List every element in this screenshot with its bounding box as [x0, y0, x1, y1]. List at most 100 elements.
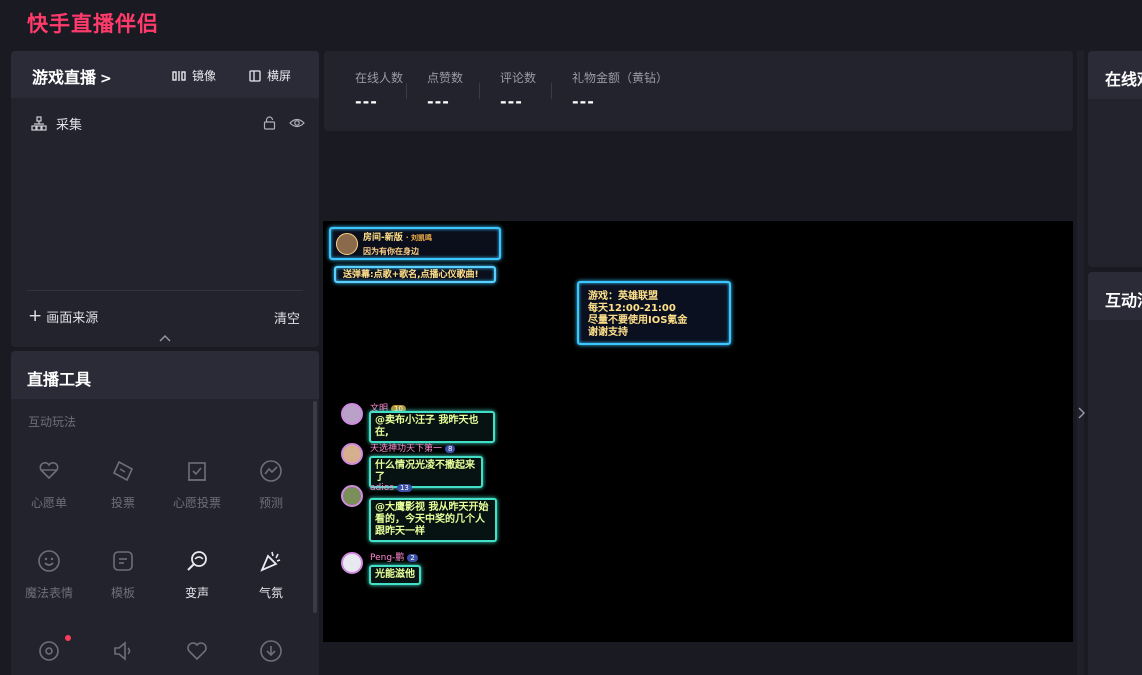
add-source-button[interactable]: + 画面来源: [28, 306, 98, 327]
tool-fans[interactable]: [160, 637, 234, 665]
chat-username-text: 天选神功天下第一: [370, 444, 443, 454]
tool-label: 变声: [184, 586, 209, 600]
panel-title: 在线观众: [1088, 51, 1142, 99]
scrollbar[interactable]: [313, 401, 317, 613]
tool-voice-change[interactable]: 变声: [160, 547, 234, 601]
ballot-icon: [188, 462, 206, 481]
stat-label: 在线人数: [355, 71, 404, 85]
clear-button[interactable]: 清空: [274, 308, 300, 327]
stat-label: 礼物金额（黄钻）: [572, 71, 669, 85]
download-icon: [260, 640, 282, 662]
stat-label: 点赞数: [427, 71, 464, 85]
scene-selector[interactable]: 游戏直播 >: [32, 64, 112, 88]
party-icon: [260, 551, 281, 572]
mirror-label: 镜像: [192, 69, 217, 83]
panel-splitter[interactable]: [1077, 51, 1084, 675]
app-title: 快手直播伴侣: [27, 12, 159, 36]
stat-value: ---: [572, 92, 595, 111]
avatar: [341, 443, 363, 465]
notice-line: 谢谢支持: [588, 327, 628, 338]
tool-sound[interactable]: [86, 637, 160, 665]
eye-icon[interactable]: [289, 117, 305, 129]
scene-panel: 游戏直播 > 镜像 横屏 采集 + 画面来源 清空: [11, 51, 319, 347]
avatar: [341, 485, 363, 507]
room-name: 房间-新版: [363, 233, 403, 243]
tool-download[interactable]: [234, 637, 308, 665]
stat-comments: 评论数 ---: [500, 69, 536, 111]
tool-vote[interactable]: 投票: [86, 457, 160, 511]
level-badge: 8: [445, 444, 456, 453]
tools-panel: 直播工具 互动玩法 心愿单 投票 心愿投票 预测 魔法表情 模板 变声 气氛: [11, 351, 319, 675]
stat-value: ---: [427, 92, 450, 111]
tool-label: 投票: [110, 496, 135, 510]
landscape-button[interactable]: 横屏: [249, 67, 291, 84]
online-audience-panel: 在线观众: [1088, 51, 1142, 267]
avatar: [341, 552, 363, 574]
smile-icon: [38, 550, 60, 572]
interaction-panel: 互动消息: [1088, 272, 1142, 675]
stream-preview[interactable]: 房间-新版 · 刘凯鸣 因为有你在身边 送弹幕:点歌+歌名,点播心仪歌曲! 游戏…: [323, 221, 1073, 642]
source-item[interactable]: 采集: [31, 113, 305, 133]
divider: [27, 290, 303, 291]
notification-dot: [65, 635, 71, 641]
scene-panel-header: 游戏直播 > 镜像 横屏: [11, 51, 319, 98]
notice-line: 每天12:00-21:00: [588, 303, 676, 314]
plus-icon: +: [28, 306, 43, 326]
room-tag: · 刘凯鸣: [405, 234, 432, 242]
tool-wishlist[interactable]: 心愿单: [12, 457, 86, 511]
tool-label: 模板: [110, 586, 135, 600]
unlock-icon[interactable]: [263, 116, 276, 130]
template-icon: [113, 551, 133, 571]
tool-label: 魔法表情: [24, 586, 73, 600]
tool-record[interactable]: [12, 637, 86, 665]
speaker-icon: [114, 641, 131, 661]
chat-text: 光能滋他: [369, 565, 421, 585]
stat-label: 评论数: [500, 71, 537, 85]
banner-text: 送弹幕:点歌+歌名,点播心仪歌曲!: [343, 270, 479, 280]
stats-panel: 在线人数 --- 点赞数 --- 评论数 --- 礼物金额（黄钻） ---: [324, 51, 1073, 131]
chat-text: @卖布小汪子 我昨天也在,: [369, 411, 495, 443]
tool-atmosphere[interactable]: 气氛: [234, 547, 308, 601]
chat-username: Peng-鹏 2: [370, 550, 418, 563]
heart-icon: [187, 642, 207, 661]
divider: [479, 83, 480, 99]
stat-gifts: 礼物金额（黄钻） ---: [572, 69, 668, 111]
room-card: 房间-新版 · 刘凯鸣 因为有你在身边: [329, 227, 501, 260]
chat-username: adios 13: [370, 483, 412, 493]
tool-magic-emoji[interactable]: 魔法表情: [12, 547, 86, 601]
chat-username: 天选神功天下第一 8: [370, 441, 456, 454]
trend-icon: [260, 460, 282, 482]
level-badge: 2: [407, 553, 418, 562]
target-icon: [39, 641, 59, 661]
section-label: 互动玩法: [28, 415, 77, 429]
landscape-label: 横屏: [267, 69, 292, 83]
scene-title: 游戏直播: [32, 68, 97, 87]
heart-gift-icon: [39, 461, 59, 480]
stat-value: ---: [500, 92, 523, 111]
voice-change-icon: [187, 551, 207, 571]
tool-wish-vote[interactable]: 心愿投票: [160, 457, 234, 511]
tool-label: 气氛: [258, 586, 283, 600]
room-subtitle: 因为有你在身边: [363, 247, 419, 256]
stat-likes: 点赞数 ---: [427, 69, 463, 111]
tools-panel-title: 直播工具: [27, 370, 92, 389]
chat-username-text: adios: [370, 483, 394, 493]
avatar: [341, 403, 363, 425]
chevron-up-icon[interactable]: [159, 334, 171, 342]
chevron-right-icon[interactable]: [1076, 406, 1086, 420]
divider: [406, 83, 407, 99]
ticket-icon: [112, 460, 134, 482]
hierarchy-icon: [31, 115, 47, 131]
source-name: 采集: [56, 117, 83, 133]
stat-online: 在线人数 ---: [355, 69, 403, 111]
preview-footer: [323, 642, 1073, 675]
tool-template[interactable]: 模板: [86, 547, 160, 601]
mirror-button[interactable]: 镜像: [172, 67, 216, 84]
avatar: [336, 233, 358, 255]
tool-label: 心愿投票: [172, 496, 221, 510]
notice-line: 尽量不要使用IOS氪金: [588, 315, 688, 326]
tool-label: 预测: [258, 496, 283, 510]
notice-board: 游戏：英雄联盟 每天12:00-21:00 尽量不要使用IOS氪金 谢谢支持: [577, 281, 731, 345]
tool-prediction[interactable]: 预测: [234, 457, 308, 511]
divider: [551, 83, 552, 99]
